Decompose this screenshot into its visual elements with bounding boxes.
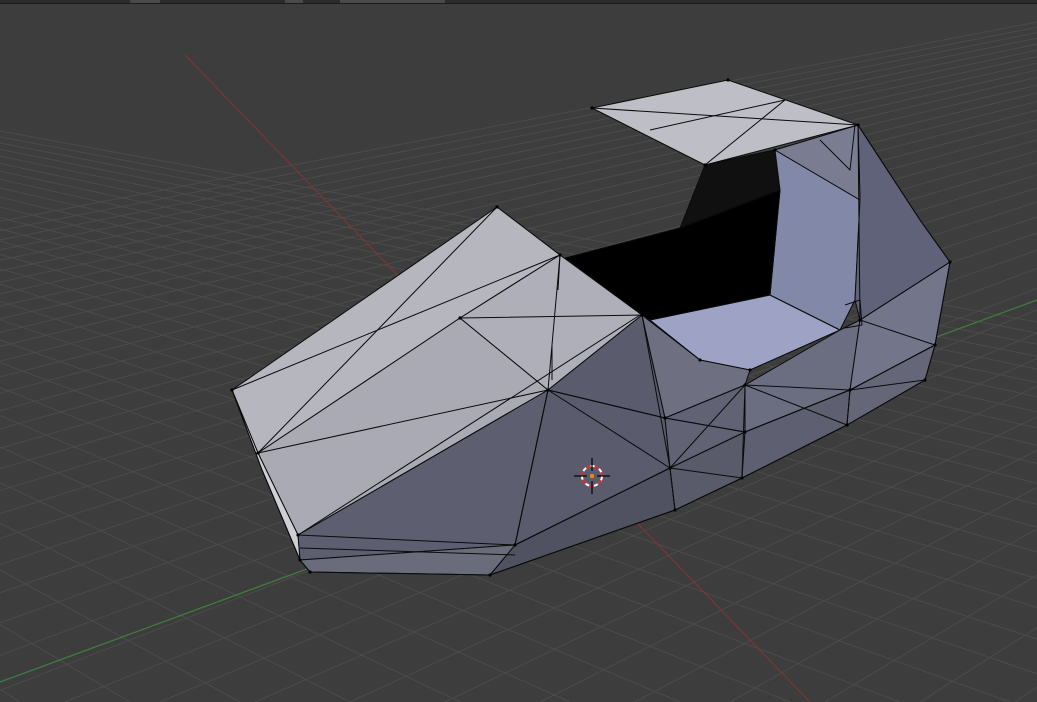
mesh-vertex[interactable] — [948, 260, 952, 264]
grid-line — [0, 624, 131, 702]
mesh-vertex[interactable] — [845, 423, 849, 427]
mesh-vertex[interactable] — [488, 573, 492, 577]
grid-line — [1014, 686, 1037, 702]
mesh-vertex[interactable] — [698, 358, 702, 362]
mesh-vertex[interactable] — [256, 451, 260, 455]
mesh-vertex[interactable] — [703, 163, 707, 167]
mesh-vertex[interactable] — [726, 78, 730, 82]
grid-line — [919, 626, 1037, 702]
mesh-vertex[interactable] — [856, 123, 860, 127]
mesh-vertex[interactable] — [495, 205, 499, 209]
mesh-vertex[interactable] — [590, 106, 594, 110]
mesh-vertex[interactable] — [933, 343, 937, 347]
mesh-vertex[interactable] — [513, 543, 517, 547]
mesh-vertex[interactable] — [773, 148, 777, 152]
mesh-vertex[interactable] — [458, 316, 462, 320]
mesh-vertex[interactable] — [748, 368, 752, 372]
mesh-vertex[interactable] — [858, 318, 862, 322]
mesh-vertex[interactable] — [640, 313, 644, 317]
mesh-vertex[interactable] — [743, 430, 747, 434]
mesh-vertex[interactable] — [740, 476, 744, 480]
grid-line — [0, 569, 241, 702]
mesh-vertex[interactable] — [663, 416, 667, 420]
grid-line — [0, 688, 21, 702]
mesh-vertex[interactable] — [558, 253, 562, 257]
viewport-canvas[interactable] — [0, 0, 1037, 702]
mesh-vertex[interactable] — [743, 383, 747, 387]
mesh-vertex[interactable] — [230, 388, 234, 392]
mesh-vertex[interactable] — [546, 388, 550, 392]
mesh-vertex[interactable] — [923, 378, 927, 382]
3d-viewport[interactable] — [0, 0, 1037, 702]
mesh-vertex[interactable] — [296, 533, 300, 537]
mesh-vertex[interactable] — [848, 388, 852, 392]
mesh-vertex[interactable] — [298, 558, 302, 562]
mesh-vertex[interactable] — [308, 570, 312, 574]
mesh-vertex[interactable] — [673, 508, 677, 512]
mesh-vertex[interactable] — [668, 466, 672, 470]
